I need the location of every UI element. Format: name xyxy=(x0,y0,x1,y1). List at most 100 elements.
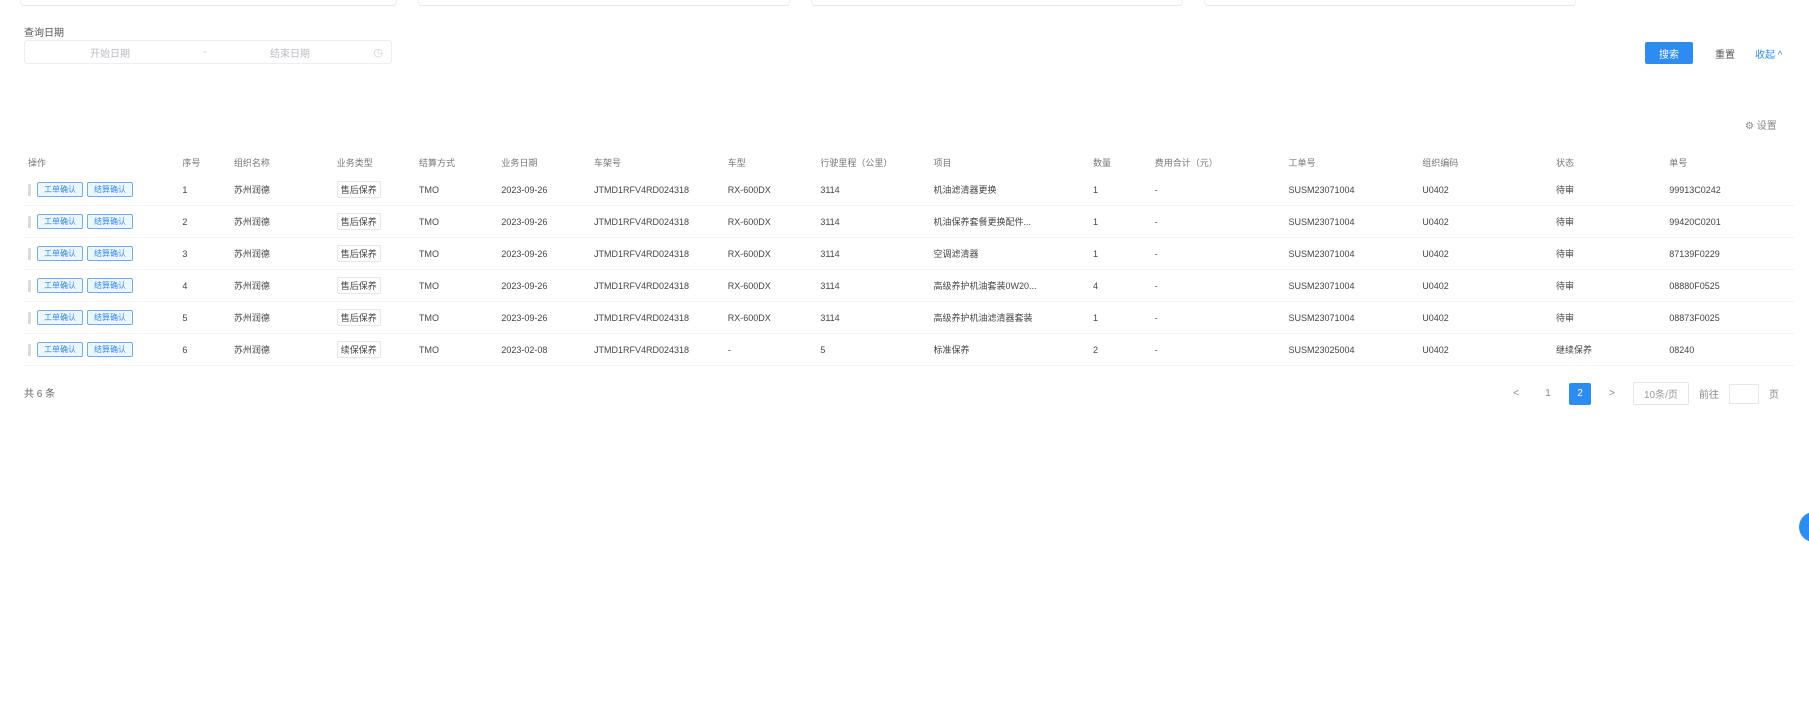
date-range-picker[interactable]: 开始日期 - 结束日期 ◷ xyxy=(24,40,392,64)
table-cell: RX-600DX xyxy=(723,174,817,206)
column-header[interactable]: 单号 xyxy=(1665,150,1773,174)
business-type-tag: 售后保养 xyxy=(336,309,381,326)
work-order-confirm-button[interactable]: 工单确认 xyxy=(37,246,83,261)
page-2-button[interactable]: 2 xyxy=(1569,382,1591,405)
table-cell: 机油保养套餐更换配件... xyxy=(929,205,1090,238)
table-cell: SUSM23071004 xyxy=(1284,237,1419,270)
work-order-confirm-button[interactable]: 工单确认 xyxy=(37,182,83,197)
business-type-tag: 售后保养 xyxy=(336,181,381,198)
table-cell: JTMD1RFV4RD024318 xyxy=(589,205,724,238)
table-cell: 1 xyxy=(178,174,230,206)
table-cell: - xyxy=(1150,174,1285,206)
row-drag-handle[interactable] xyxy=(28,279,31,292)
column-header[interactable]: 结算方式 xyxy=(415,150,497,174)
table-cell: 3114 xyxy=(816,269,930,302)
end-date-input[interactable]: 结束日期 xyxy=(215,45,365,60)
start-date-input[interactable]: 开始日期 xyxy=(25,45,195,60)
table-row[interactable]: 工单确认 结算确认 2 苏州润德 售后保养 TMO 2023-09-26 JTMD1RFV4R… xyxy=(24,205,1794,238)
page-suffix-label: 页 xyxy=(1768,390,1779,401)
top-card xyxy=(418,0,790,6)
top-card xyxy=(1204,0,1576,6)
table-cell: 3114 xyxy=(816,301,930,334)
page-1-button[interactable]: 1 xyxy=(1537,383,1559,405)
work-order-confirm-button[interactable]: 工单确认 xyxy=(37,278,83,293)
column-header[interactable]: 组织名称 xyxy=(230,150,333,174)
column-header[interactable]: 组织编码 xyxy=(1418,150,1552,174)
column-header[interactable] xyxy=(1773,150,1794,174)
row-drag-handle[interactable] xyxy=(28,311,31,324)
column-header[interactable]: 行驶里程（公里） xyxy=(816,150,929,174)
column-header[interactable]: 车架号 xyxy=(590,150,724,174)
prev-page-button[interactable]: < xyxy=(1505,383,1527,405)
work-order-confirm-button[interactable]: 工单确认 xyxy=(37,342,83,357)
page-size-select[interactable]: 10条/页 xyxy=(1633,382,1689,405)
column-header[interactable]: 业务日期 xyxy=(497,150,590,174)
table-cell: SUSM23071004 xyxy=(1284,205,1419,238)
settlement-confirm-button[interactable]: 结算确认 xyxy=(87,342,133,357)
floating-help-button[interactable] xyxy=(1799,512,1809,542)
table-cell: - xyxy=(1150,333,1285,366)
table-cell: TMO xyxy=(415,301,498,334)
table-row[interactable]: 工单确认 结算确认 6 苏州润德 续保保养 TMO 2023-02-08 JTMD1RFV4R… xyxy=(24,333,1794,366)
table-row[interactable]: 工单确认 结算确认 4 苏州润德 售后保养 TMO 2023-09-26 JTMD1RFV4R… xyxy=(24,269,1794,302)
settlement-confirm-button[interactable]: 结算确认 xyxy=(87,278,133,293)
table-header-row: 操作 序号 组织名称 业务类型 结算方式 业务日期 车架号 车型 行驶里程（公里） 项目 数量 费用合… xyxy=(24,150,1794,174)
table-row[interactable]: 工单确认 结算确认 5 苏州润德 售后保养 TMO 2023-09-26 JTMD1RFV4R… xyxy=(24,301,1794,334)
table-cell: 空调滤清器 xyxy=(929,237,1090,270)
settlement-confirm-button[interactable]: 结算确认 xyxy=(87,310,133,325)
reset-button[interactable]: 重置 xyxy=(1710,42,1740,64)
table-cell: 继续保养 xyxy=(1552,333,1666,366)
table-cell: 标准保养 xyxy=(929,333,1090,366)
row-actions-cell: 工单确认 结算确认 xyxy=(24,174,179,206)
top-card xyxy=(811,0,1183,6)
goto-page-input[interactable] xyxy=(1728,383,1759,404)
table-cell: 售后保养 xyxy=(332,205,416,238)
table-cell: 高级养护机油滤清器套装 xyxy=(929,301,1090,334)
table-cell xyxy=(1773,205,1794,238)
table-cell: 08873F0025 xyxy=(1665,301,1774,334)
column-header[interactable]: 业务类型 xyxy=(333,150,415,174)
settlement-confirm-button[interactable]: 结算确认 xyxy=(87,246,133,261)
work-order-confirm-button[interactable]: 工单确认 xyxy=(37,310,83,325)
table-cell: JTMD1RFV4RD024318 xyxy=(589,333,724,366)
row-drag-handle[interactable] xyxy=(28,183,31,196)
row-actions-cell: 工单确认 结算确认 xyxy=(24,333,179,366)
table-cell: 2023-09-26 xyxy=(497,205,590,238)
table-cell: 6 xyxy=(178,333,230,366)
table-cell: 1 xyxy=(1089,301,1151,334)
table-cell: JTMD1RFV4RD024318 xyxy=(589,237,724,270)
settlement-confirm-button[interactable]: 结算确认 xyxy=(87,214,133,229)
table-cell: 99913C0242 xyxy=(1665,174,1774,206)
collapse-button[interactable]: 收起 ^ xyxy=(1755,42,1782,64)
table-row[interactable]: 工单确认 结算确认 1 苏州润德 售后保养 TMO 2023-09-26 JTMD1RFV4R… xyxy=(24,174,1794,206)
table-settings-button[interactable]: ⚙ 设置 xyxy=(1745,117,1777,132)
row-drag-handle[interactable] xyxy=(28,215,31,228)
table-cell: 4 xyxy=(1089,269,1151,302)
column-header[interactable]: 操作 xyxy=(24,150,178,174)
next-page-button[interactable]: > xyxy=(1601,383,1623,405)
row-drag-handle[interactable] xyxy=(28,247,31,260)
table-cell xyxy=(1773,237,1794,270)
table-cell xyxy=(1773,333,1794,366)
table-cell: U0402 xyxy=(1418,333,1553,366)
calendar-icon[interactable]: ◷ xyxy=(373,46,383,59)
column-header[interactable]: 车型 xyxy=(724,150,817,174)
table-cell: 2023-09-26 xyxy=(497,269,590,302)
column-header[interactable]: 序号 xyxy=(178,150,229,174)
table-row[interactable]: 工单确认 结算确认 3 苏州润德 售后保养 TMO 2023-09-26 JTMD1RFV4R… xyxy=(24,237,1794,270)
column-header[interactable]: 费用合计（元） xyxy=(1151,150,1285,174)
work-order-confirm-button[interactable]: 工单确认 xyxy=(37,214,83,229)
search-button[interactable]: 搜索 xyxy=(1645,42,1693,64)
settlement-confirm-button[interactable]: 结算确认 xyxy=(87,182,133,197)
column-header[interactable]: 状态 xyxy=(1552,150,1665,174)
table-cell: 3114 xyxy=(816,205,930,238)
table-cell: 5 xyxy=(816,333,930,366)
date-separator: - xyxy=(203,46,207,58)
column-header[interactable]: 数量 xyxy=(1089,150,1151,174)
table-cell: 1 xyxy=(1089,174,1151,206)
row-drag-handle[interactable] xyxy=(28,343,31,356)
table-cell xyxy=(1773,301,1794,334)
column-header[interactable]: 项目 xyxy=(930,150,1090,174)
column-header[interactable]: 工单号 xyxy=(1285,150,1419,174)
table-cell: U0402 xyxy=(1418,237,1553,270)
